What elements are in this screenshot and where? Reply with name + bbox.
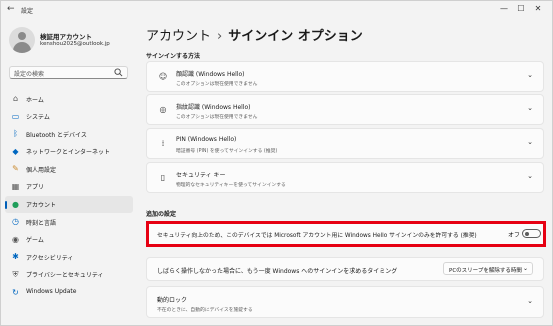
time-language-icon: ◷ [12, 217, 19, 227]
signin-method-title: 顔認識 (Windows Hello) [176, 71, 245, 78]
chevron-down-icon: ⌄ [527, 104, 533, 112]
sidebar-item-label: システム [26, 114, 50, 122]
profile-email: kenshou2025@outlook.jp [40, 41, 110, 47]
signin-method-subtitle: 暗証番号 (PIN) を使ってサインインする (推奨) [176, 149, 278, 154]
signin-timeout-setting: しばらく操作しなかった場合に、もう一度 Windows へのサインインを求めるタ… [146, 257, 544, 281]
title-bar: ← 設定 — ☐ ✕ [1, 1, 552, 19]
chevron-down-icon: ⌄ [527, 138, 533, 146]
search-input[interactable]: 設定の検索 [9, 66, 128, 79]
usb-key-icon: ▯ [160, 173, 166, 182]
chevron-down-icon: ⌄ [527, 172, 533, 180]
page-title: アカウント › サインイン オプション [146, 25, 363, 44]
dynamic-lock-subtitle: 不在のときに、自動的にデバイスを施錠する [157, 308, 253, 313]
sidebar-nav: ⌂ ホーム ▭ システム ᛒ Bluetooth とデバイス ◆ ネットワークとインターネット… [5, 90, 133, 301]
sidebar-item[interactable]: ᛒ Bluetooth とデバイス [5, 125, 133, 143]
sidebar-item-label: Bluetooth とデバイス [26, 131, 87, 139]
toggle-knob [525, 232, 529, 236]
sidebar-item[interactable]: ◉ ゲーム [5, 231, 133, 249]
update-icon: ↻ [12, 287, 19, 297]
signin-method-title: PIN (Windows Hello) [176, 136, 237, 143]
signin-method-card[interactable]: ▯ セキュリティ キー物理的なセキュリティキーを使ってサインインする ⌄ [146, 162, 544, 193]
additional-settings-heading: 追加の設定 [146, 211, 177, 218]
sidebar-item[interactable]: ● アカウント [5, 195, 133, 214]
sidebar-item[interactable]: ✱ アクセシビリティ [5, 248, 133, 266]
sidebar-item[interactable]: ◆ ネットワークとインターネット [5, 143, 133, 161]
sidebar-item-label: Windows Update [26, 288, 77, 296]
sidebar-item-label: ネットワークとインターネット [26, 149, 111, 157]
hello-only-setting-highlighted: セキュリティ向上のため、このデバイスでは Microsoft アカウント用に W… [146, 221, 546, 247]
chevron-down-icon: ⌄ [527, 71, 533, 79]
game-icon: ◉ [12, 234, 19, 244]
chevron-down-icon: ⌄ [522, 265, 528, 272]
dynamic-lock-setting[interactable]: 動的ロック 不在のときに、自動的にデバイスを施錠する ⌄ [146, 286, 544, 318]
sidebar-item-label: ゲーム [26, 237, 44, 245]
signin-methods-heading: サインインする方法 [146, 53, 201, 60]
profile-name: 検証用アカウント [40, 33, 92, 41]
shield-icon: ⛨ [12, 269, 19, 279]
keypad-icon: ⁞ [161, 139, 165, 148]
avatar-head-shape [18, 32, 26, 40]
maximize-button[interactable]: ☐ [513, 2, 529, 16]
signin-method-card[interactable]: ⁞ PIN (Windows Hello) 暗証番号 (PIN) を使ってサインイン… [146, 128, 544, 159]
sidebar-item-label: アクセシビリティ [26, 254, 74, 262]
app-title: 設定 [21, 8, 34, 15]
sidebar-item-label: 時刻と言語 [26, 219, 57, 227]
settings-window: ← 設定 — ☐ ✕ 検証用アカウント kenshou2025@outlook.… [0, 0, 553, 326]
brush-icon: ✎ [12, 164, 19, 174]
search-icon [114, 68, 123, 77]
avatar-body-shape [13, 42, 31, 53]
account-icon: ● [12, 199, 19, 209]
wifi-icon: ◆ [12, 146, 19, 156]
signin-method-title: 指紋認識 (Windows Hello) [176, 104, 251, 111]
apps-icon: ▦ [11, 181, 20, 191]
monitor-icon: ▭ [11, 111, 20, 121]
sidebar-item-label: アプリ [26, 184, 45, 192]
minimize-button[interactable]: — [496, 2, 512, 16]
back-arrow-icon[interactable]: ← [7, 4, 15, 14]
signin-method-card[interactable]: ☺ 顔認識 (Windows Hello) このオプションは現在使用できません ⌄ [146, 61, 544, 92]
sidebar-item[interactable]: ▦ アプリ [5, 178, 133, 196]
close-button[interactable]: ✕ [530, 2, 546, 16]
signin-timeout-label: しばらく操作しなかった場合に、もう一度 Windows へのサインインを求めるタ… [157, 268, 398, 275]
bluetooth-icon: ᛒ [13, 129, 18, 139]
sidebar-item-label: 個人用設定 [26, 166, 57, 174]
user-profile[interactable]: 検証用アカウント kenshou2025@outlook.jp [9, 27, 134, 55]
fingerprint-icon: ◎ [159, 105, 167, 114]
sidebar-item[interactable]: ◷ 時刻と言語 [5, 213, 133, 231]
signin-method-card[interactable]: ◎ 指紋認識 (Windows Hello) このオプションは現在使用できません ⌄ [146, 94, 544, 125]
sidebar-item[interactable]: ✎ 個人用設定 [5, 160, 133, 178]
signin-method-subtitle: このオプションは現在使用できません [176, 82, 258, 87]
sidebar-item-label: アカウント [26, 202, 57, 210]
dropdown-value: PCのスリープを解除する時間 [449, 267, 522, 274]
signin-method-title: セキュリティ キー [176, 172, 226, 179]
sidebar-item[interactable]: ⛨ プライバシーとセキュリティ [5, 266, 133, 284]
face-icon: ☺ [158, 72, 168, 81]
search-placeholder: 設定の検索 [14, 71, 45, 78]
sidebar-item[interactable]: ⌂ ホーム [5, 90, 133, 108]
breadcrumb-current: サインイン オプション [228, 29, 363, 44]
hello-only-toggle[interactable] [522, 229, 541, 238]
sidebar-item-label: プライバシーとセキュリティ [26, 272, 104, 280]
sidebar-item[interactable]: ▭ システム [5, 108, 133, 126]
signin-method-subtitle: このオプションは現在使用できません [176, 115, 258, 120]
hello-only-label: セキュリティ向上のため、このデバイスでは Microsoft アカウント用に W… [157, 233, 477, 239]
signin-method-subtitle: 物理的なセキュリティキーを使ってサインインする [176, 183, 286, 188]
home-icon: ⌂ [12, 94, 19, 103]
breadcrumb-separator: › [217, 29, 223, 44]
sidebar-item-label: ホーム [26, 96, 44, 104]
dynamic-lock-title: 動的ロック [157, 297, 188, 304]
sidebar-item[interactable]: ↻ Windows Update [5, 284, 133, 302]
signin-timeout-dropdown[interactable]: PCのスリープを解除する時間 ⌄ [443, 262, 533, 275]
breadcrumb-parent[interactable]: アカウント [146, 29, 211, 44]
chevron-down-icon: ⌄ [527, 297, 533, 305]
accessibility-icon: ✱ [12, 252, 19, 262]
avatar [9, 27, 35, 53]
toggle-state-label: オフ [508, 232, 521, 239]
